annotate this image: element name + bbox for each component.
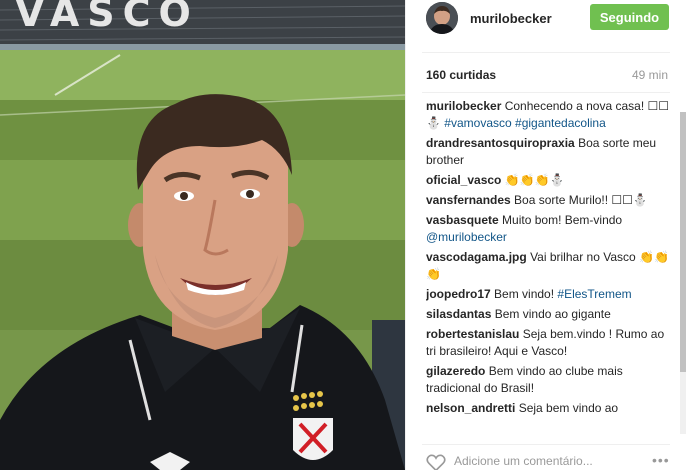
comment-username[interactable]: robertestanislau (426, 327, 519, 341)
comment-item: murilobecker Conhecendo a nova casa! ☐☐⛄… (426, 98, 676, 132)
comment-item: robertestanislau Seja bem.vindo ! Rumo a… (426, 326, 676, 360)
comment-text: Muito bom! Bem-vindo (502, 213, 623, 227)
comment-username[interactable]: vascodagama.jpg (426, 250, 527, 264)
comment-username[interactable]: joopedro17 (426, 287, 491, 301)
following-button[interactable]: Seguindo (590, 4, 669, 30)
comment-tag-link[interactable]: #gigantedacolina (515, 116, 606, 130)
divider (422, 92, 670, 93)
post-header: murilobecker Seguindo (406, 0, 690, 36)
comment-username[interactable]: murilobecker (426, 99, 501, 113)
comments-list: murilobecker Conhecendo a nova casa! ☐☐⛄… (426, 98, 676, 436)
comment-text: Boa sorte Murilo!! ☐☐⛄ (514, 193, 648, 207)
more-options-icon[interactable]: ••• (652, 452, 670, 468)
heart-icon[interactable] (426, 454, 446, 470)
comment-footer: ••• (406, 450, 690, 470)
post-side-panel: murilobecker Seguindo 160 curtidas 49 mi… (405, 0, 690, 470)
divider (422, 444, 670, 445)
post-author-username[interactable]: murilobecker (470, 11, 552, 26)
post-time: 49 min (631, 68, 668, 82)
comment-item: vasbasquete Muito bom! Bem-vindo @murilo… (426, 212, 676, 246)
comments-scrollbar[interactable] (680, 112, 686, 434)
likes-count[interactable]: 160 curtidas (426, 68, 496, 82)
comment-item: joopedro17 Bem vindo! #ElesTremem (426, 286, 676, 303)
comment-username[interactable]: gilazeredo (426, 364, 485, 378)
selfie-stadium-image: VASCO (0, 0, 405, 470)
comment-item: drandresantosquiropraxia Boa sorte meu b… (426, 135, 676, 169)
comment-username[interactable]: silasdantas (426, 307, 491, 321)
comment-tag-link[interactable]: @murilobecker (426, 230, 507, 244)
avatar-image (426, 2, 458, 34)
post-photo[interactable]: VASCO (0, 0, 405, 470)
comment-item: nelson_andretti Seja bem vindo ao (426, 400, 676, 417)
stadium-sign-text: VASCO (15, 0, 199, 35)
comment-text: Seja bem vindo ao (518, 401, 619, 415)
comment-item: oficial_vasco 👏👏👏⛄ (426, 172, 676, 189)
comment-item: vascodagama.jpg Vai brilhar no Vasco 👏👏👏 (426, 249, 676, 283)
comment-username[interactable]: oficial_vasco (426, 173, 501, 187)
comment-item: vansfernandes Boa sorte Murilo!! ☐☐⛄ (426, 192, 676, 209)
comment-text: 👏👏👏⛄ (504, 173, 565, 187)
comment-item: gilazeredo Bem vindo ao clube mais tradi… (426, 363, 676, 397)
comment-username[interactable]: drandresantosquiropraxia (426, 136, 575, 150)
comment-text: Bem vindo! (494, 287, 558, 301)
comment-username[interactable]: vansfernandes (426, 193, 511, 207)
comment-username[interactable]: nelson_andretti (426, 401, 515, 415)
comment-item: silasdantas Bem vindo ao gigante (426, 306, 676, 323)
avatar[interactable] (426, 2, 458, 34)
comment-tag-link[interactable]: #vamovasco (444, 116, 511, 130)
comment-tag-link[interactable]: #ElesTremem (557, 287, 631, 301)
scrollbar-thumb[interactable] (680, 112, 686, 372)
comment-username[interactable]: vasbasquete (426, 213, 499, 227)
comment-text: Bem vindo ao gigante (494, 307, 611, 321)
divider (422, 52, 670, 53)
comment-input[interactable] (454, 452, 644, 470)
